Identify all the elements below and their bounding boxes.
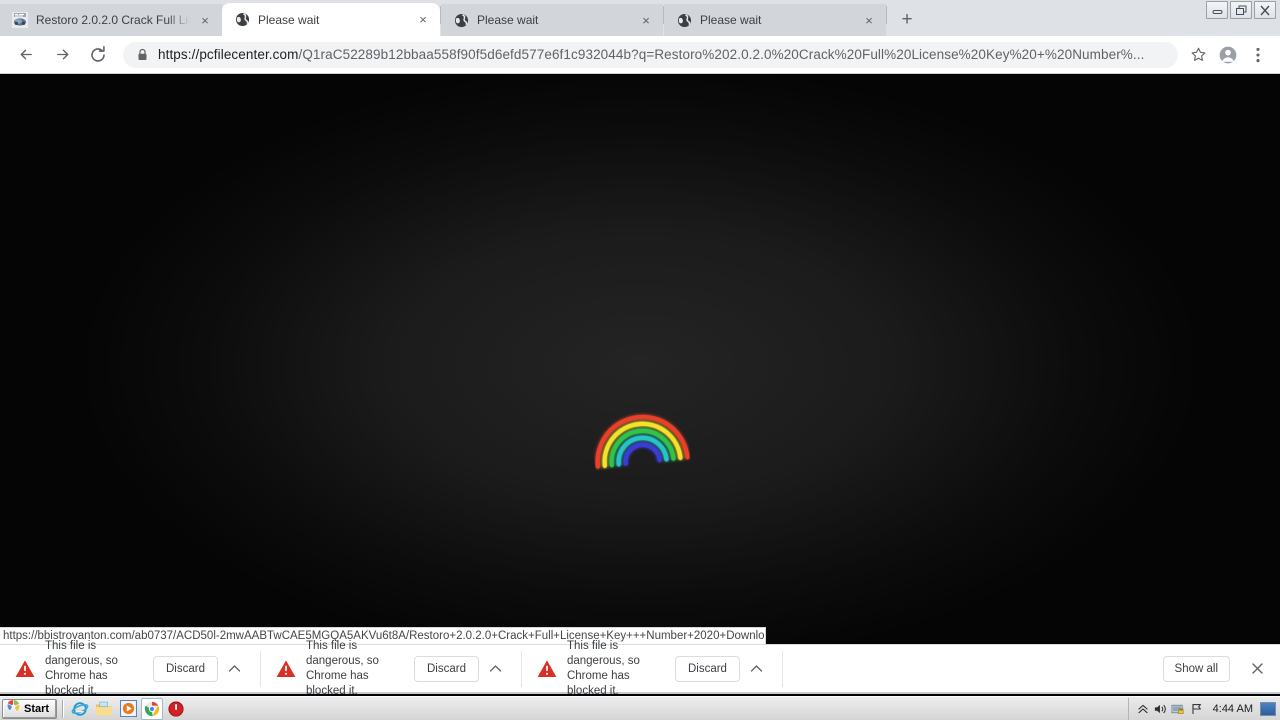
- windows-logo-icon: [6, 699, 21, 719]
- danger-triangle-icon: [536, 658, 558, 680]
- tab-restoro[interactable]: Restoro 2.0.2.0 Crack Full License K ×: [0, 4, 222, 36]
- tab-title: Please wait: [700, 13, 762, 27]
- download-item[interactable]: This file is dangerous, so Chrome has bl…: [522, 640, 783, 697]
- url-host: https://pcfilecenter.com: [158, 46, 299, 62]
- tab-close-icon[interactable]: ×: [414, 11, 432, 29]
- download-warning-text: This file is dangerous, so Chrome has bl…: [566, 639, 640, 697]
- download-item[interactable]: This file is dangerous, so Chrome has bl…: [0, 640, 261, 697]
- tab-title: Please wait: [477, 13, 539, 27]
- url-path: /Q1raC52289b12bbaa558f90f5d6efd577e6f1c9…: [298, 46, 1145, 62]
- discard-button[interactable]: Discard: [413, 655, 479, 682]
- download-shelf: This file is dangerous, so Chrome has bl…: [0, 640, 1280, 697]
- bookmark-star-icon[interactable]: [1184, 41, 1212, 69]
- discard-button[interactable]: Discard: [674, 655, 740, 682]
- tab-close-icon[interactable]: ×: [637, 11, 655, 29]
- minimize-button[interactable]: [1206, 1, 1228, 19]
- danger-triangle-icon: [14, 658, 36, 680]
- tab-please-wait-3[interactable]: Please wait ×: [664, 4, 886, 36]
- profile-avatar-icon[interactable]: [1214, 41, 1242, 69]
- start-button[interactable]: Start: [2, 698, 58, 719]
- browser-toolbar: https://pcfilecenter.com/Q1raC52289b12bb…: [0, 36, 1280, 74]
- network-flag-icon[interactable]: [1188, 700, 1206, 718]
- page-viewport: ANY RUN https://bbistrovanton.com/ab0737…: [0, 75, 1280, 644]
- system-tray: 4:44 AM: [1127, 697, 1280, 720]
- globe-icon: [676, 12, 692, 28]
- url-text: https://pcfilecenter.com/Q1raC52289b12bb…: [158, 47, 1144, 63]
- tab-title: Restoro 2.0.2.0 Crack Full License K: [36, 13, 190, 27]
- restoro-icon: [12, 12, 28, 28]
- shutdown-red-icon[interactable]: [165, 698, 187, 720]
- restore-button[interactable]: [1230, 1, 1252, 19]
- new-tab-button[interactable]: +: [893, 5, 921, 33]
- volume-icon[interactable]: [1152, 700, 1170, 718]
- tab-close-icon[interactable]: ×: [860, 11, 878, 29]
- show-hidden-icons-button[interactable]: [1134, 700, 1152, 718]
- reload-button[interactable]: [83, 40, 113, 70]
- tab-divider: [886, 6, 887, 24]
- internet-explorer-icon[interactable]: [69, 698, 91, 720]
- window-controls: [1206, 1, 1276, 19]
- chevron-up-icon[interactable]: [483, 656, 509, 682]
- download-separator: [781, 650, 783, 687]
- google-chrome-icon[interactable]: [141, 697, 164, 720]
- back-button[interactable]: [11, 40, 41, 70]
- download-warning-text: This file is dangerous, so Chrome has bl…: [45, 639, 118, 697]
- danger-triangle-icon: [275, 658, 297, 680]
- close-button[interactable]: [1254, 1, 1276, 19]
- forward-button[interactable]: [47, 40, 77, 70]
- tab-please-wait-1[interactable]: Please wait ×: [222, 3, 440, 36]
- chevron-up-icon[interactable]: [744, 656, 770, 682]
- media-player-icon[interactable]: [117, 698, 139, 720]
- security-shield-icon[interactable]: [1170, 700, 1188, 718]
- rainbow-loading-spinner: [589, 403, 691, 471]
- tab-title: Please wait: [258, 12, 320, 27]
- taskbar-clock[interactable]: 4:44 AM: [1213, 703, 1253, 715]
- address-bar[interactable]: https://pcfilecenter.com/Q1raC52289b12bb…: [123, 41, 1178, 68]
- show-all-downloads-button[interactable]: Show all: [1162, 655, 1230, 682]
- globe-icon: [234, 12, 250, 28]
- download-item[interactable]: This file is dangerous, so Chrome has bl…: [261, 640, 522, 697]
- chevron-up-icon[interactable]: [222, 656, 248, 682]
- tab-close-icon[interactable]: ×: [196, 11, 214, 29]
- start-label: Start: [24, 702, 50, 715]
- quick-launch-separator: [62, 699, 65, 718]
- tab-please-wait-2[interactable]: Please wait ×: [441, 4, 663, 36]
- download-warning-text: This file is dangerous, so Chrome has bl…: [305, 639, 379, 697]
- show-desktop-icon[interactable]: [1260, 701, 1276, 716]
- windows-taskbar: Start 4:44 AM: [0, 696, 1280, 720]
- close-shelf-icon[interactable]: [1244, 656, 1270, 682]
- lock-icon: [137, 48, 149, 61]
- three-dot-menu-icon[interactable]: [1244, 41, 1272, 69]
- browser-window: Restoro 2.0.2.0 Crack Full License K × P…: [0, 0, 1280, 720]
- globe-icon: [453, 12, 469, 28]
- file-explorer-icon[interactable]: [93, 698, 115, 720]
- discard-button[interactable]: Discard: [153, 655, 218, 682]
- tab-strip: Restoro 2.0.2.0 Crack Full License K × P…: [0, 0, 1280, 36]
